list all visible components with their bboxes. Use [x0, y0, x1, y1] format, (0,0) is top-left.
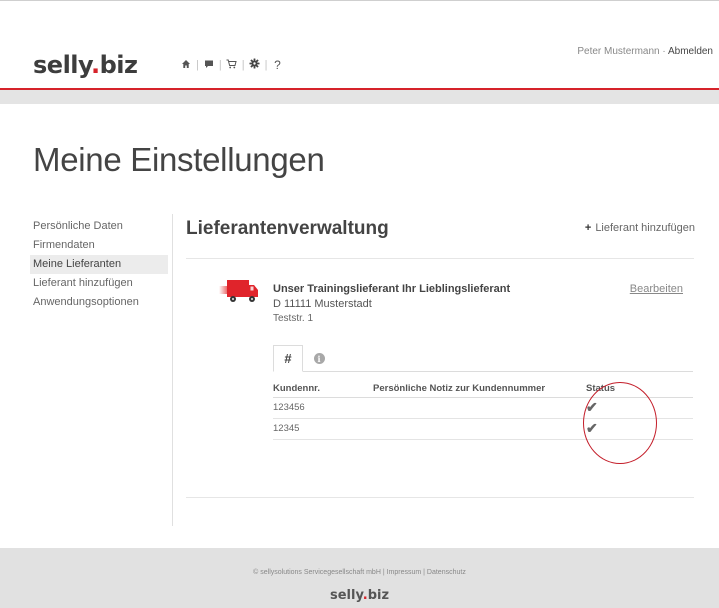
vertical-divider [172, 214, 173, 526]
cell-kundennr: 123456 [273, 397, 373, 419]
cell-kundennr: 12345 [273, 418, 373, 440]
add-supplier-label: Lieferant hinzufügen [595, 222, 695, 234]
logo[interactable]: selly.biz [33, 51, 138, 79]
cart-icon[interactable] [224, 58, 240, 72]
footer-logo: selly.biz [0, 588, 719, 603]
home-icon[interactable] [178, 58, 194, 72]
sidebar-item-lieferant-hinzufuegen[interactable]: Lieferant hinzufügen [30, 274, 168, 293]
supplier-street: Teststr. 1 [273, 313, 314, 324]
tab-customer-numbers[interactable]: # [273, 345, 303, 372]
header-grey-strip [0, 90, 719, 104]
plus-icon: + [584, 222, 592, 234]
cell-notiz [373, 397, 586, 419]
content-divider [186, 497, 694, 498]
tab-bar: # i [273, 345, 693, 372]
annotation-circle [583, 382, 657, 464]
logo-dot: . [90, 51, 100, 79]
edit-link[interactable]: Bearbeiten [630, 283, 683, 295]
info-icon: i [313, 353, 325, 364]
column-header-kundennr: Kundennr. [273, 380, 373, 398]
truck-icon [219, 278, 259, 304]
footer-links[interactable]: © sellysolutions Servicegesellschaft mbH… [0, 569, 719, 576]
logo-suffix: biz [99, 51, 138, 79]
supplier-city: D 11111 Musterstadt [273, 298, 372, 310]
footer-logo-suffix: biz [367, 588, 390, 603]
nav-separator: | [264, 59, 268, 71]
add-supplier-button[interactable]: + Lieferant hinzufügen [585, 222, 695, 234]
logout-link[interactable]: Abmelden [668, 46, 713, 57]
chat-icon[interactable] [201, 58, 217, 72]
column-header-notiz: Persönliche Notiz zur Kundennummer [373, 380, 586, 398]
top-border [0, 0, 719, 14]
help-icon[interactable]: ? [269, 58, 285, 72]
sidebar-item-persoenliche-daten[interactable]: Persönliche Daten [30, 217, 168, 236]
logo-text: selly [33, 51, 91, 79]
sidebar-item-meine-lieferanten[interactable]: Meine Lieferanten [30, 255, 168, 274]
gear-icon[interactable] [247, 58, 263, 72]
cell-notiz [373, 418, 586, 440]
sidebar-item-anwendungsoptionen[interactable]: Anwendungsoptionen [30, 293, 168, 312]
header-nav: | | | | ? [178, 58, 285, 72]
section-title: Lieferantenverwaltung [186, 218, 389, 239]
sidebar: Persönliche Daten Firmendaten Meine Lief… [30, 217, 168, 312]
nav-separator: | [196, 59, 199, 71]
user-separator: · [662, 46, 666, 57]
page-title: Meine Einstellungen [33, 141, 325, 178]
supplier-name: Unser Trainingslieferant Ihr Lieblingsli… [273, 283, 511, 295]
nav-separator: | [218, 59, 222, 71]
footer-logo-text: selly [329, 588, 363, 603]
user-info: Peter Mustermann · Abmelden [577, 46, 713, 57]
section-divider [186, 258, 694, 259]
sidebar-item-firmendaten[interactable]: Firmendaten [30, 236, 168, 255]
user-name[interactable]: Peter Mustermann [577, 46, 659, 57]
tab-info[interactable]: i [309, 345, 329, 372]
header: selly.biz | | | | ? Peter Mustermann · A… [0, 14, 719, 88]
nav-separator: | [241, 59, 245, 71]
